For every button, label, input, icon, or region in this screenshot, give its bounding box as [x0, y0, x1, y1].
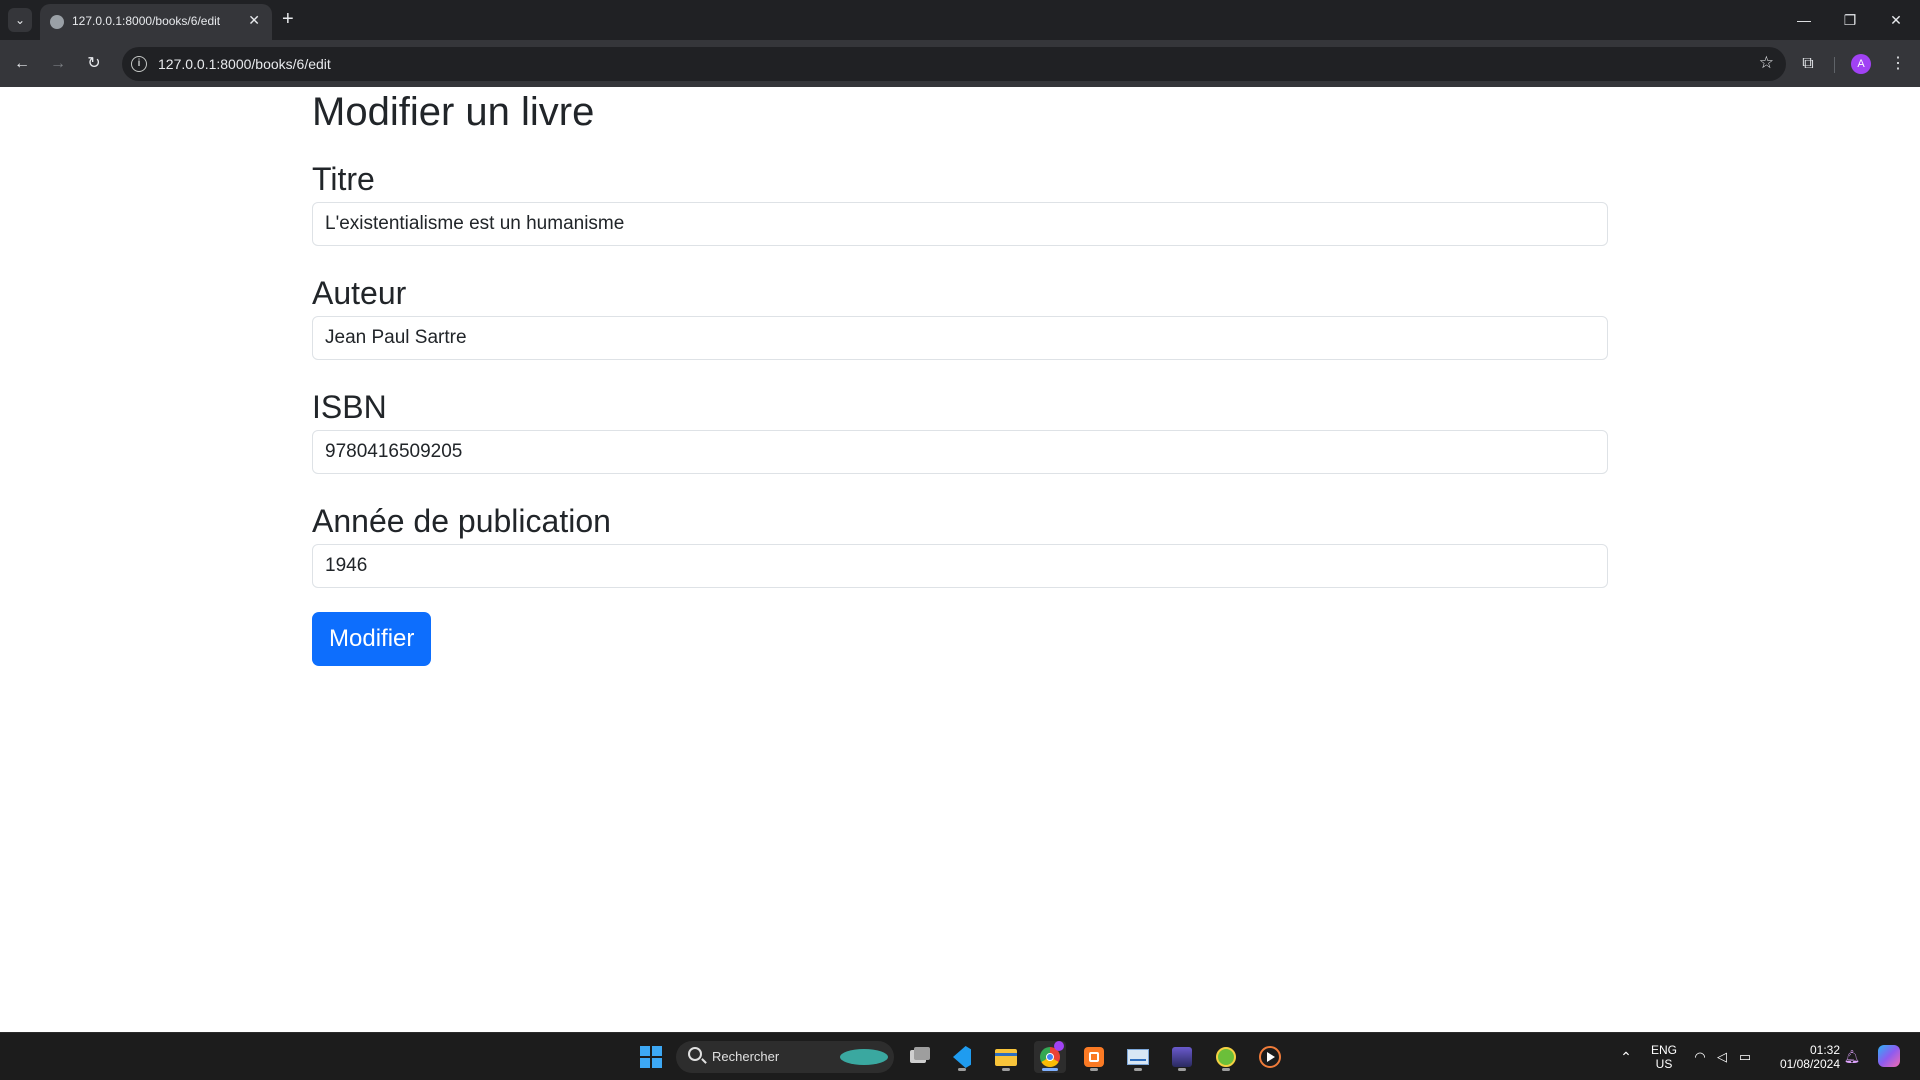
extensions-icon[interactable]: ⧉ [1794, 50, 1822, 78]
tab-search-button[interactable]: ⌄ [8, 8, 32, 32]
address-bar[interactable]: i 127.0.0.1:8000/books/6/edit ☆ [122, 47, 1786, 81]
copilot-icon[interactable] [1874, 1033, 1904, 1080]
toolbar-divider [1834, 57, 1835, 73]
globe-icon [50, 15, 64, 29]
language-indicator[interactable]: ENG US [1646, 1033, 1682, 1080]
title-field-group: Titre [312, 160, 1608, 246]
battery-icon[interactable]: ▭ [1734, 1033, 1756, 1080]
page-title: Modifier un livre [312, 90, 595, 134]
media-player-icon[interactable] [1254, 1041, 1286, 1073]
page-viewport: Modifier un livre Titre Auteur ISBN Anné… [0, 87, 1920, 1032]
browser-tab[interactable]: 127.0.0.1:8000/books/6/edit ✕ [40, 4, 272, 40]
volume-icon[interactable]: ◁ [1712, 1033, 1732, 1080]
isbn-label: ISBN [312, 389, 387, 425]
windows-taskbar: Rechercher ⌃ ENG US ◠ ◁ ▭ 01:32 01/08/20… [0, 1032, 1920, 1080]
tab-title: 127.0.0.1:8000/books/6/edit [72, 14, 221, 28]
windows-start-icon[interactable] [640, 1046, 662, 1068]
reload-button[interactable]: ↻ [80, 50, 108, 78]
author-input[interactable] [312, 316, 1608, 360]
notification-bell-icon[interactable]: 🔔︎ [1842, 1033, 1862, 1080]
clock-time: 01:32 [1809, 1043, 1840, 1057]
year-label: Année de publication [312, 503, 611, 539]
search-icon [688, 1047, 702, 1061]
close-window-button[interactable]: ✕ [1873, 6, 1919, 34]
clock-date: 01/08/2024 [1779, 1057, 1840, 1071]
resource-monitor-icon[interactable] [1122, 1041, 1154, 1073]
isbn-field-group: ISBN [312, 388, 1608, 474]
address-url[interactable]: 127.0.0.1:8000/books/6/edit [158, 56, 331, 72]
wifi-icon[interactable]: ◠ [1690, 1033, 1710, 1080]
author-field-group: Auteur [312, 274, 1608, 360]
year-field-group: Année de publication [312, 502, 1608, 588]
title-label: Titre [312, 161, 375, 197]
search-highlight-icon [840, 1049, 888, 1065]
task-view-icon[interactable] [904, 1041, 936, 1073]
minimize-button[interactable]: — [1781, 6, 1827, 34]
language-region: US [1655, 1057, 1673, 1071]
year-input[interactable] [312, 544, 1608, 588]
isbn-input[interactable] [312, 430, 1608, 474]
new-tab-button[interactable]: + [282, 7, 294, 31]
vscode-icon[interactable] [946, 1041, 978, 1073]
site-info-icon[interactable]: i [131, 56, 147, 72]
app-generic-icon[interactable] [1166, 1041, 1198, 1073]
search-placeholder: Rechercher [712, 1049, 780, 1064]
language-code: ENG [1650, 1043, 1677, 1057]
browser-toolbar: ← → ↻ i 127.0.0.1:8000/books/6/edit ☆ ⧉ … [0, 40, 1920, 87]
restore-button[interactable]: ❐ [1827, 6, 1873, 34]
close-tab-icon[interactable]: ✕ [248, 12, 260, 29]
xampp-icon[interactable] [1078, 1041, 1110, 1073]
browser-menu-icon[interactable]: ⋮ [1884, 50, 1912, 78]
author-label: Auteur [312, 275, 407, 311]
edit-book-form: Modifier un livre Titre Auteur ISBN Anné… [312, 87, 1608, 666]
app-green-icon[interactable] [1210, 1041, 1242, 1073]
chrome-icon[interactable] [1034, 1041, 1066, 1073]
profile-avatar[interactable]: A [1851, 54, 1871, 74]
back-button[interactable]: ← [8, 50, 36, 78]
title-input[interactable] [312, 202, 1608, 246]
submit-button[interactable]: Modifier [312, 612, 432, 666]
bookmark-star-icon[interactable]: ☆ [1759, 53, 1774, 73]
taskbar-search[interactable]: Rechercher [676, 1041, 894, 1073]
file-explorer-icon[interactable] [990, 1041, 1022, 1073]
browser-tabstrip: ⌄ 127.0.0.1:8000/books/6/edit ✕ + — ❐ ✕ [0, 0, 1920, 40]
chevron-up-icon[interactable]: ⌃ [1614, 1033, 1638, 1080]
forward-button[interactable]: → [44, 50, 72, 78]
clock[interactable]: 01:32 01/08/2024 [1764, 1033, 1840, 1080]
